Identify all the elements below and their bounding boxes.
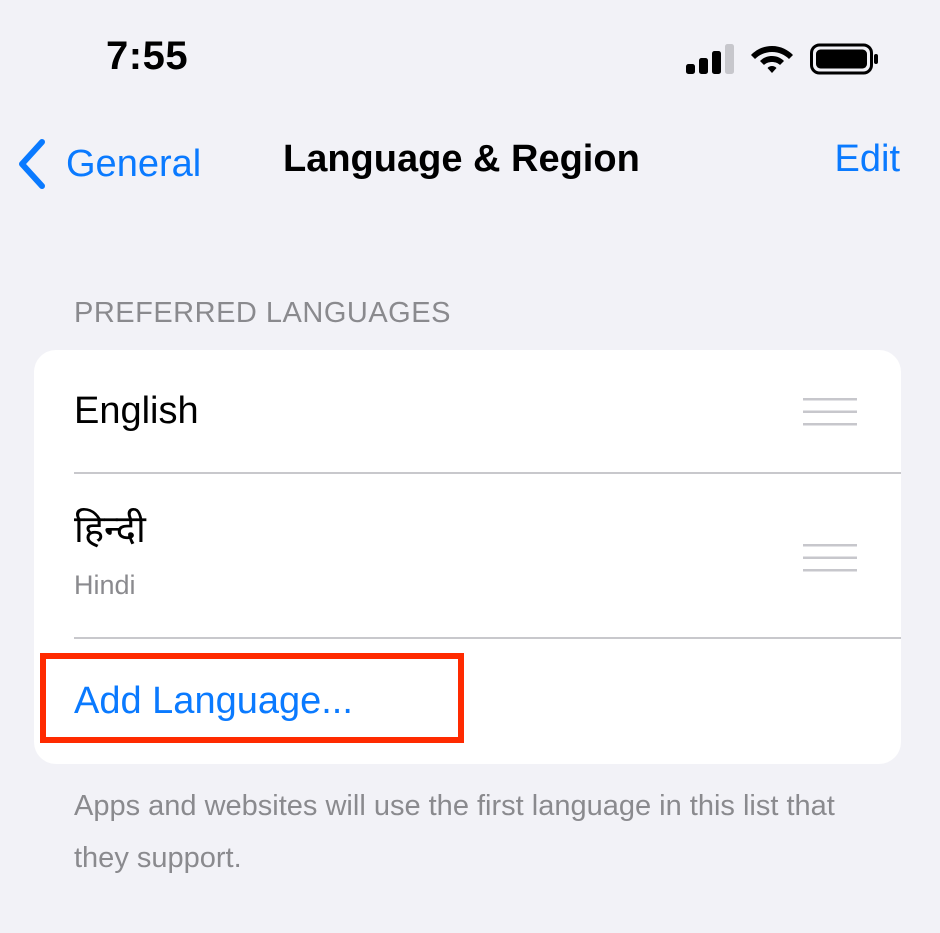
section-header-preferred-languages: PREFERRED LANGUAGES xyxy=(74,297,451,329)
language-row-english[interactable]: English xyxy=(34,350,901,473)
back-button-label: General xyxy=(66,142,202,185)
cellular-signal-icon xyxy=(686,44,734,74)
language-name: हिन्दी xyxy=(74,507,146,551)
edit-button[interactable]: Edit xyxy=(835,138,900,181)
status-time: 7:55 xyxy=(106,34,189,78)
page-title: Language & Region xyxy=(283,138,640,180)
reorder-handle-icon[interactable] xyxy=(803,398,857,426)
battery-icon xyxy=(810,43,878,75)
language-subtitle: Hindi xyxy=(74,570,136,600)
language-row-hindi[interactable]: हिन्दी Hindi xyxy=(34,474,901,638)
divider xyxy=(74,637,901,639)
back-button[interactable]: General xyxy=(14,136,201,192)
reorder-handle-icon[interactable] xyxy=(803,544,857,572)
footer-note: Apps and websites will use the first lan… xyxy=(74,790,835,874)
language-name: English xyxy=(74,390,199,432)
wifi-icon xyxy=(751,46,793,73)
chevron-left-icon xyxy=(19,139,45,189)
highlight-box xyxy=(40,653,464,743)
